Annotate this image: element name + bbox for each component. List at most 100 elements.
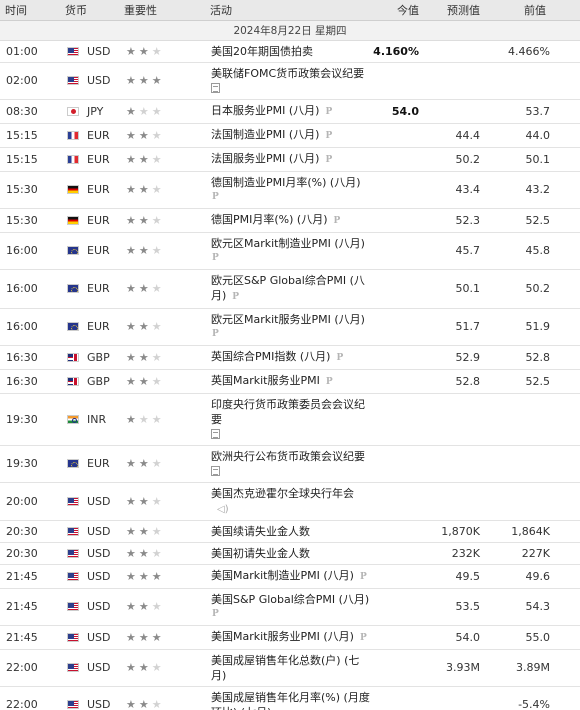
event-name[interactable]: 美国S&P Global综合PMI (八月) xyxy=(211,593,369,606)
event-currency: USD xyxy=(60,520,119,543)
event-name[interactable]: 英国Markit服务业PMI xyxy=(211,374,320,387)
event-name[interactable]: 法国服务业PMI (八月) xyxy=(211,152,319,165)
event-name[interactable]: 美国Markit服务业PMI (八月) xyxy=(211,630,354,643)
fr-flag-icon xyxy=(67,130,79,140)
event-name[interactable]: 日本服务业PMI (八月) xyxy=(211,104,319,117)
table-row[interactable]: 15:15 EUR ★★★ 法国制造业PMI (八月) P 44.4 44.0 xyxy=(0,123,580,148)
event-name-cell[interactable]: 法国制造业PMI (八月) P xyxy=(205,123,371,148)
star-icon: ★ xyxy=(138,282,152,295)
currency-code: EUR xyxy=(87,152,110,166)
table-row[interactable]: 15:15 EUR ★★★ 法国服务业PMI (八月) P 50.2 50.1 xyxy=(0,147,580,172)
star-icon: ★ xyxy=(138,74,152,87)
table-row[interactable]: 20:00 USD ★★★ 美国杰克逊霍尔全球央行年会◁) xyxy=(0,482,580,521)
importance-stars: ★★★ xyxy=(119,232,205,270)
event-name-cell[interactable]: 美国成屋销售年化总数(户) (七月) xyxy=(205,649,371,687)
event-name-cell[interactable]: 英国Markit服务业PMI P xyxy=(205,369,371,394)
forecast-value: 43.4 xyxy=(422,171,484,209)
document-icon[interactable] xyxy=(211,82,220,93)
event-name-cell[interactable]: 美国Markit服务业PMI (八月) P xyxy=(205,625,371,650)
currency-code: EUR xyxy=(87,457,110,470)
star-icon: ★ xyxy=(151,546,165,560)
event-name-cell[interactable]: 欧洲央行公布货币政策会议纪要 xyxy=(205,445,371,483)
table-row[interactable]: 21:45 USD ★★★ 美国S&P Global综合PMI (八月) P 53.5 54… xyxy=(0,588,580,626)
table-row[interactable]: 02:00 USD ★★★ 美联储FOMC货币政策会议纪要 xyxy=(0,62,580,100)
speaker-icon[interactable]: ◁) xyxy=(217,502,229,517)
date-label: 2024年8月22日 星期四 xyxy=(0,20,580,41)
table-row[interactable]: 16:00 EUR ★★★ 欧元区S&P Global综合PMI (八月) P 50.1 5… xyxy=(0,269,580,309)
event-name[interactable]: 英国综合PMI指数 (八月) xyxy=(211,350,330,363)
event-name[interactable]: 美国20年期国债拍卖 xyxy=(211,45,313,58)
preliminary-badge-icon: P xyxy=(232,291,240,302)
event-name-cell[interactable]: 美联储FOMC货币政策会议纪要 xyxy=(205,62,371,100)
star-icon: ★ xyxy=(151,524,165,538)
actual-value xyxy=(371,686,422,710)
document-icon[interactable] xyxy=(211,465,220,476)
header-actual[interactable]: 今值 xyxy=(371,0,422,21)
event-name-cell[interactable]: 德国PMI月率(%) (八月) P xyxy=(205,208,371,233)
event-name[interactable]: 美联储FOMC货币政策会议纪要 xyxy=(211,67,364,80)
table-row[interactable]: 19:30 EUR ★★★ 欧洲央行公布货币政策会议纪要 xyxy=(0,445,580,483)
header-event[interactable]: 活动 xyxy=(205,0,371,21)
table-row[interactable]: 21:45 USD ★★★ 美国Markit服务业PMI (八月) P 54.0 55.0 xyxy=(0,625,580,650)
event-name-cell[interactable]: 德国制造业PMI月率(%) (八月) P xyxy=(205,171,371,209)
table-row[interactable]: 08:30 JPY ★★★ 日本服务业PMI (八月) P 54.0 53.7 xyxy=(0,99,580,124)
event-name-cell[interactable]: 美国20年期国债拍卖 xyxy=(205,40,371,63)
event-name-cell[interactable]: 欧元区S&P Global综合PMI (八月) P xyxy=(205,269,371,309)
table-row[interactable]: 16:30 GBP ★★★ 英国综合PMI指数 (八月) P 52.9 52.8 xyxy=(0,345,580,370)
header-previous[interactable]: 前值 xyxy=(484,0,580,21)
table-row[interactable]: 22:00USD★★★美国成屋销售年化月率(%) (月度环比) (七月)-5.4… xyxy=(0,686,580,710)
event-name[interactable]: 美国成屋销售年化总数(户) (七月) xyxy=(211,654,359,682)
table-row[interactable]: 20:30 USD ★★★ 美国续请失业金人数 1,870K 1,864K xyxy=(0,520,580,543)
event-name[interactable]: 欧元区Markit服务业PMI (八月) xyxy=(211,313,365,326)
event-name-cell[interactable]: 美国S&P Global综合PMI (八月) P xyxy=(205,588,371,626)
table-row[interactable]: 16:30 GBP ★★★ 英国Markit服务业PMI P 52.8 52.5 xyxy=(0,369,580,394)
event-name-cell[interactable]: 欧元区Markit服务业PMI (八月) P xyxy=(205,308,371,346)
event-name[interactable]: 欧元区Markit制造业PMI (八月) xyxy=(211,237,365,250)
event-name-cell[interactable]: 欧元区Markit制造业PMI (八月) P xyxy=(205,232,371,270)
event-name-cell[interactable]: 日本服务业PMI (八月) P xyxy=(205,99,371,124)
event-name[interactable]: 美国初请失业金人数 xyxy=(211,547,310,560)
event-name[interactable]: 德国PMI月率(%) (八月) xyxy=(211,213,327,226)
eu-flag-icon xyxy=(67,284,79,293)
event-name[interactable]: 美国杰克逊霍尔全球央行年会 xyxy=(211,487,354,500)
forecast-value: 52.8 xyxy=(422,369,484,394)
table-row[interactable]: 21:45 USD ★★★ 美国Markit制造业PMI (八月) P 49.5 49.6 xyxy=(0,564,580,589)
event-name-cell[interactable]: 美国Markit制造业PMI (八月) P xyxy=(205,564,371,589)
event-name[interactable]: 美国成屋销售年化月率(%) (月度环比) (七月) xyxy=(211,691,370,710)
table-row[interactable]: 15:30 EUR ★★★ 德国PMI月率(%) (八月) P 52.3 52.5 xyxy=(0,208,580,233)
table-row[interactable]: 16:00 EUR ★★★ 欧元区Markit服务业PMI (八月) P 51.7 51.9 xyxy=(0,308,580,346)
event-name[interactable]: 美国Markit制造业PMI (八月) xyxy=(211,569,354,582)
event-name-cell[interactable]: 印度央行货币政策委员会会议纪要 xyxy=(205,393,371,446)
header-currency[interactable]: 货币 xyxy=(60,0,119,21)
document-icon[interactable] xyxy=(211,428,220,439)
event-currency: GBP xyxy=(60,345,119,370)
table-row[interactable]: 01:00 USD ★★★ 美国20年期国债拍卖 4.160% 4.466% xyxy=(0,40,580,63)
header-time[interactable]: 时间 xyxy=(0,0,60,21)
table-row[interactable]: 20:30 USD ★★★ 美国初请失业金人数 232K 227K xyxy=(0,542,580,565)
table-row[interactable]: 19:30 INR ★★★ 印度央行货币政策委员会会议纪要 xyxy=(0,393,580,446)
event-name[interactable]: 法国制造业PMI (八月) xyxy=(211,128,319,141)
table-row[interactable]: 15:30 EUR ★★★ 德国制造业PMI月率(%) (八月) P 43.4 43.2 xyxy=(0,171,580,209)
previous-value xyxy=(484,393,580,446)
event-name-cell[interactable]: 美国杰克逊霍尔全球央行年会 ◁) xyxy=(205,482,371,521)
event-name[interactable]: 美国续请失业金人数 xyxy=(211,525,310,538)
currency-code: USD xyxy=(87,569,111,583)
event-name-cell[interactable]: 美国初请失业金人数 xyxy=(205,542,371,565)
event-name-cell[interactable]: 法国服务业PMI (八月) P xyxy=(205,147,371,172)
event-name[interactable]: 德国制造业PMI月率(%) (八月) xyxy=(211,176,360,189)
table-row[interactable]: 22:00 USD ★★★ 美国成屋销售年化总数(户) (七月) 3.93M 3.89M xyxy=(0,649,580,687)
forecast-value: 232K xyxy=(422,542,484,565)
star-icon: ★ xyxy=(151,128,165,142)
event-name-cell[interactable]: 美国续请失业金人数 xyxy=(205,520,371,543)
event-name[interactable]: 欧洲央行公布货币政策会议纪要 xyxy=(211,450,365,463)
event-currency: EUR xyxy=(60,308,119,346)
event-name-cell[interactable]: 美国成屋销售年化月率(%) (月度环比) (七月) xyxy=(205,686,371,710)
star-icon: ★ xyxy=(126,128,139,142)
star-icon: ★ xyxy=(126,374,139,388)
event-name-cell[interactable]: 英国综合PMI指数 (八月) P xyxy=(205,345,371,370)
star-icon: ★ xyxy=(138,569,152,583)
header-forecast[interactable]: 预测值 xyxy=(422,0,484,21)
header-importance[interactable]: 重要性 xyxy=(119,0,205,21)
event-name[interactable]: 印度央行货币政策委员会会议纪要 xyxy=(211,398,365,426)
table-row[interactable]: 16:00 EUR ★★★ 欧元区Markit制造业PMI (八月) P 45.7 45.8 xyxy=(0,232,580,270)
